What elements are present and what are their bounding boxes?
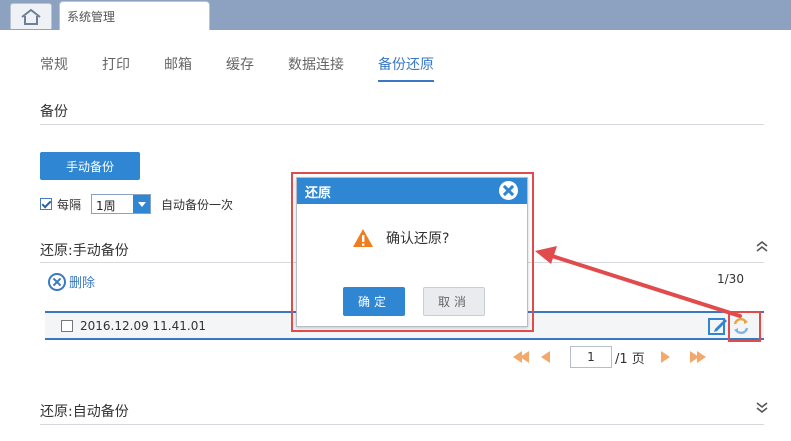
auto-backup-suffix: 自动备份一次 [161, 197, 234, 212]
prev-page-button[interactable] [541, 351, 550, 363]
last-page-button[interactable] [689, 351, 706, 363]
ok-button[interactable]: 确定 [343, 287, 405, 316]
edit-icon[interactable] [708, 316, 728, 336]
restore-dialog: 还原 确认还原? 确定 取消 [296, 177, 528, 327]
page-total: /1 页 [615, 351, 645, 367]
first-page-button[interactable] [513, 351, 529, 363]
tab-backup-restore[interactable]: 备份还原 [378, 56, 434, 82]
auto-backup-row: 每隔 1周 自动备份一次 [40, 194, 233, 214]
double-chevron-up-icon[interactable] [756, 240, 768, 252]
row-checkbox[interactable] [61, 320, 73, 332]
pagination: 1 /1 页 [513, 346, 706, 368]
double-chevron-down-icon[interactable] [756, 402, 768, 414]
manual-restore-title: 还原:手动备份 [40, 243, 129, 259]
warning-icon [353, 229, 373, 247]
dialog-body: 确认还原? [352, 228, 449, 248]
settings-tabs: 常规 打印 邮箱 缓存 数据连接 备份还原 [40, 56, 468, 84]
delete-button[interactable]: 删除 [48, 272, 95, 291]
manual-backup-button[interactable]: 手动备份 [40, 152, 140, 180]
divider [40, 424, 764, 425]
tab-print[interactable]: 打印 [102, 56, 130, 82]
delete-label: 删除 [69, 276, 96, 291]
tab-data-connection[interactable]: 数据连接 [288, 56, 344, 82]
home-icon [21, 8, 41, 25]
divider [40, 124, 764, 125]
backup-name: 2016.12.09 11.41.01 [80, 319, 206, 333]
tab-mail[interactable]: 邮箱 [164, 56, 192, 82]
dialog-title: 还原 [305, 186, 332, 201]
backup-section-title: 备份 [40, 104, 68, 120]
cancel-button[interactable]: 取消 [423, 287, 485, 316]
tab-system-management[interactable]: 系统管理 [59, 1, 210, 30]
interval-value: 1周 [96, 199, 116, 213]
double-left-arrow-icon [520, 351, 529, 363]
auto-backup-prefix: 每隔 [57, 197, 82, 212]
close-circle-icon [48, 272, 66, 291]
tab-general[interactable]: 常规 [40, 56, 68, 82]
backup-count: 1/30 [717, 272, 744, 286]
highlight-frame-restore [728, 311, 761, 342]
chevron-down-icon[interactable] [133, 195, 151, 213]
double-right-arrow-icon [696, 351, 706, 363]
page-input[interactable]: 1 [570, 346, 612, 368]
home-button[interactable] [10, 3, 52, 29]
close-icon[interactable] [499, 181, 518, 200]
dialog-header: 还原 [297, 178, 527, 204]
interval-select[interactable]: 1周 [91, 194, 152, 214]
next-page-button[interactable] [660, 351, 670, 363]
auto-restore-title: 还原:自动备份 [40, 404, 129, 420]
top-tab-bar: 系统管理 [0, 0, 791, 30]
dialog-message: 确认还原? [386, 231, 450, 247]
tab-cache[interactable]: 缓存 [226, 56, 254, 82]
auto-backup-checkbox[interactable] [40, 198, 52, 210]
